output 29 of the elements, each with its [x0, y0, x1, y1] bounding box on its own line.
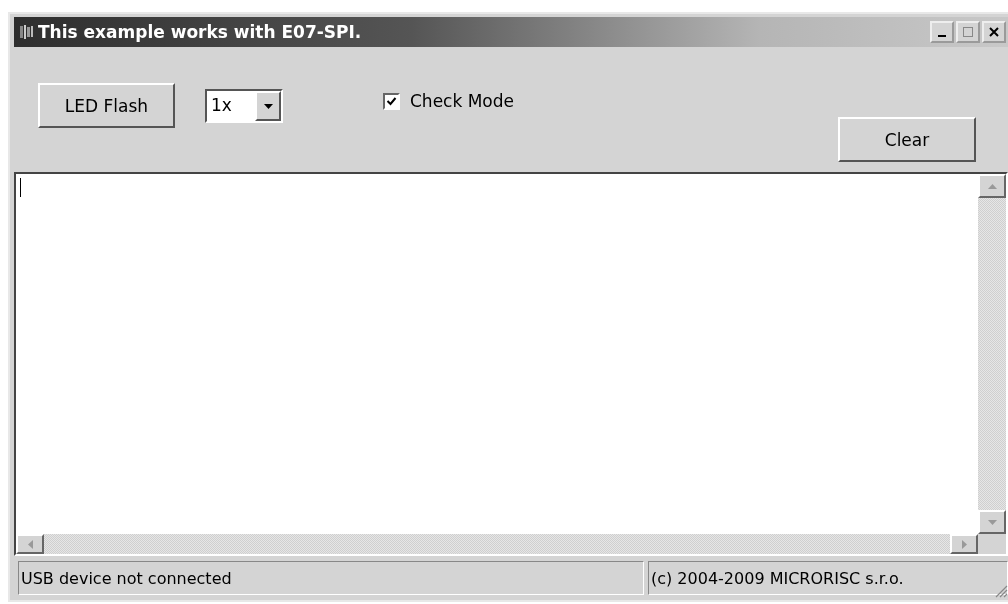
status-text: USB device not connected — [18, 561, 644, 595]
right-arrow-icon — [961, 539, 967, 549]
speed-dropdown[interactable]: 1x — [205, 89, 283, 123]
horizontal-scrollbar[interactable] — [16, 534, 978, 554]
dropdown-arrow-icon — [263, 103, 273, 109]
up-arrow-icon — [987, 183, 997, 189]
app-icon — [18, 24, 34, 40]
left-arrow-icon — [27, 539, 33, 549]
check-mode-checkbox[interactable] — [383, 92, 400, 110]
checkmark-icon — [386, 95, 397, 107]
minimize-icon — [938, 35, 946, 37]
scroll-right-button[interactable] — [950, 534, 978, 554]
clear-button[interactable]: Clear — [838, 117, 976, 162]
vertical-scrollbar[interactable] — [978, 174, 1006, 534]
led-flash-button[interactable]: LED Flash — [38, 83, 175, 128]
minimize-button[interactable] — [930, 21, 954, 43]
scrollbar-corner — [978, 534, 1006, 554]
scroll-up-button[interactable] — [978, 174, 1006, 198]
close-button[interactable] — [982, 21, 1006, 43]
status-text: (c) 2004-2009 MICRORISC s.r.o. — [648, 561, 1008, 595]
close-icon — [989, 27, 999, 37]
window-title: This example works with E07-SPI. — [38, 22, 362, 42]
resize-grip-icon[interactable] — [994, 584, 1008, 598]
text-cursor — [20, 178, 21, 197]
scroll-left-button[interactable] — [16, 534, 44, 554]
maximize-icon — [963, 27, 973, 37]
check-mode-label: Check Mode — [410, 91, 515, 111]
down-arrow-icon — [987, 519, 997, 525]
scroll-down-button[interactable] — [978, 510, 1006, 534]
